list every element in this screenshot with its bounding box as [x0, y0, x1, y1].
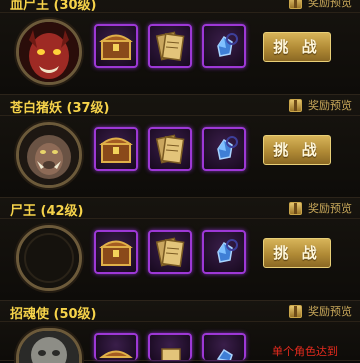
boss-portrait [16, 19, 82, 85]
boss-header: 招魂使 (50级) 奖励预览 [0, 301, 360, 322]
boss-card: 招魂使 (50级) 奖励预览 单个角色达到 [0, 301, 360, 363]
scroll-bundle-icon [155, 31, 185, 61]
challenge-button[interactable]: 挑 战 [263, 135, 331, 165]
boss-list: 血尸王 (30级) 奖励预览 挑 战 苍白猪妖 (37级) 奖励预览 挑 战 尸… [0, 0, 360, 363]
boar-demon-icon [19, 125, 79, 185]
boss-name: 招魂使 (50级) [10, 307, 97, 322]
boss-card: 尸王 (42级) 奖励预览 挑 战 [0, 198, 360, 301]
reward-slot[interactable] [202, 230, 246, 274]
treasure-chest-icon [99, 240, 133, 266]
boss-header: 苍白猪妖 (37级) 奖励预览 [0, 95, 360, 116]
gift-icon [289, 304, 302, 318]
boss-header: 血尸王 (30级) 奖励预览 [0, 0, 360, 13]
boss-name: 血尸王 (30级) [10, 0, 97, 13]
reward-preview-label: 奖励预览 [308, 305, 352, 318]
boss-card: 血尸王 (30级) 奖励预览 挑 战 [0, 0, 360, 95]
scroll-bundle-icon [155, 237, 185, 267]
boss-name: 苍白猪妖 (37级) [10, 101, 110, 116]
reward-preview-label: 奖励预览 [308, 99, 352, 112]
reward-slot[interactable] [148, 127, 192, 171]
reward-preview-link[interactable]: 奖励预览 [289, 0, 352, 10]
gift-icon [289, 201, 302, 215]
reward-preview-label: 奖励预览 [308, 202, 352, 215]
boss-portrait-empty [16, 225, 82, 291]
reward-slot[interactable] [94, 24, 138, 68]
ghost-summoner-icon [19, 331, 79, 363]
reward-slot[interactable] [202, 24, 246, 68]
reward-slot[interactable] [148, 230, 192, 274]
reward-slot[interactable] [94, 333, 138, 360]
boss-portrait [16, 328, 82, 363]
reward-slot[interactable] [148, 333, 192, 360]
reward-preview-link[interactable]: 奖励预览 [289, 97, 352, 113]
reward-slot[interactable] [148, 24, 192, 68]
boss-name: 尸王 (42级) [10, 204, 84, 219]
condition-text: 单个角色达到 [272, 345, 338, 358]
boss-header: 尸王 (42级) 奖励预览 [0, 198, 360, 219]
blue-gem-icon [217, 136, 238, 160]
blue-gem-icon [217, 239, 238, 263]
scroll-bundle-icon [155, 134, 185, 164]
gift-icon [289, 98, 302, 112]
red-demon-icon [19, 22, 79, 82]
empty-portrait-icon [19, 228, 79, 288]
reward-preview-label: 奖励预览 [308, 0, 352, 9]
scroll-bundle-icon [161, 348, 181, 360]
challenge-button[interactable]: 挑 战 [263, 238, 331, 268]
blue-gem-icon [216, 348, 233, 360]
boss-portrait [16, 122, 82, 188]
blue-gem-icon [217, 33, 238, 57]
treasure-chest-icon [99, 137, 133, 163]
reward-slot[interactable] [94, 230, 138, 274]
treasure-chest-icon [99, 34, 133, 60]
reward-slot[interactable] [202, 127, 246, 171]
reward-preview-link[interactable]: 奖励预览 [289, 200, 352, 216]
boss-card: 苍白猪妖 (37级) 奖励预览 挑 战 [0, 95, 360, 198]
reward-preview-link[interactable]: 奖励预览 [289, 303, 352, 319]
reward-slot[interactable] [202, 333, 246, 360]
gift-icon [289, 0, 302, 9]
reward-slot[interactable] [94, 127, 138, 171]
challenge-button[interactable]: 挑 战 [263, 32, 331, 62]
treasure-chest-icon [99, 350, 133, 358]
